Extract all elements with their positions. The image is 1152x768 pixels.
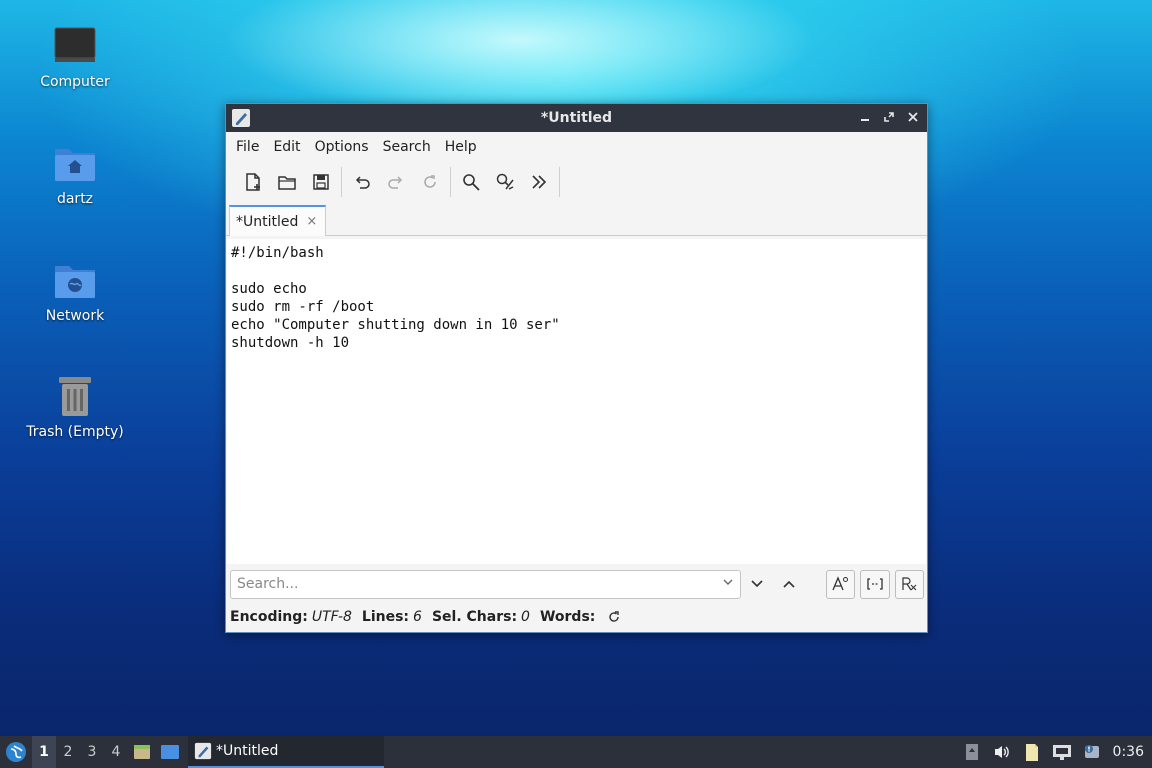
menu-search[interactable]: Search <box>376 135 438 159</box>
status-bar: Encoding: UTF-8 Lines: 6 Sel. Chars: 0 W… <box>230 606 621 628</box>
open-folder-icon[interactable] <box>270 165 304 199</box>
find-previous-icon[interactable] <box>774 570 803 599</box>
sel-chars-value: 0 <box>521 609 530 625</box>
save-icon[interactable] <box>304 165 338 199</box>
desktop-icon-label: Computer <box>40 74 110 90</box>
tab-bar: *Untitled × <box>226 202 927 236</box>
find-next-icon[interactable] <box>743 570 772 599</box>
clipboard-icon[interactable] <box>1017 736 1047 768</box>
menu-edit[interactable]: Edit <box>266 135 307 159</box>
workspace-4[interactable]: 4 <box>104 736 128 768</box>
new-file-icon[interactable] <box>236 165 270 199</box>
maximize-icon[interactable] <box>881 109 897 125</box>
minimize-icon[interactable] <box>857 109 873 125</box>
editor-line: sudo echo <box>231 281 307 297</box>
redo-icon[interactable] <box>379 165 413 199</box>
editor-line: sudo rm -rf /boot <box>231 299 375 315</box>
tab-untitled[interactable]: *Untitled × <box>229 205 326 236</box>
desktop-icon-computer[interactable]: Computer <box>20 22 130 90</box>
desktop-icon-label: Network <box>45 308 105 324</box>
sel-chars-label: Sel. Chars: <box>431 609 518 625</box>
encoding-label: Encoding: <box>230 609 308 625</box>
search-input[interactable] <box>237 576 722 592</box>
lines-label: Lines: <box>361 609 410 625</box>
taskbar: 1 2 3 4 *Untitled 0:36 <box>0 736 1152 768</box>
regex-icon[interactable] <box>894 569 925 599</box>
text-editor-app-icon <box>231 108 251 128</box>
editor-line: echo "Computer shutting down in 10 ser" <box>231 317 560 333</box>
editor-line: #!/bin/bash <box>231 245 324 261</box>
start-menu-icon[interactable] <box>0 736 32 768</box>
toolbar <box>226 162 927 202</box>
go-to-line-icon[interactable] <box>522 165 556 199</box>
editor-window: *Untitled File Edit Options Search Help <box>225 103 928 633</box>
show-desktop-icon[interactable] <box>156 736 184 768</box>
system-tray: 0:36 <box>957 736 1152 768</box>
tab-close-icon[interactable]: × <box>306 214 317 229</box>
whole-word-icon[interactable] <box>860 569 890 599</box>
notification-icon[interactable] <box>1077 736 1107 768</box>
menu-options[interactable]: Options <box>308 135 376 159</box>
reload-icon[interactable] <box>413 165 447 199</box>
eject-icon[interactable] <box>957 736 987 768</box>
editor-line: shutdown -h 10 <box>231 335 350 351</box>
menu-help[interactable]: Help <box>438 135 484 159</box>
file-manager-launcher-icon[interactable] <box>128 736 156 768</box>
trash-icon <box>51 372 99 420</box>
workspace-2[interactable]: 2 <box>56 736 80 768</box>
toolbar-separator <box>559 167 560 197</box>
search-box <box>230 569 741 599</box>
volume-icon[interactable] <box>987 736 1017 768</box>
home-folder-icon <box>51 139 99 187</box>
toolbar-separator <box>450 167 451 197</box>
window-titlebar[interactable]: *Untitled <box>226 104 927 132</box>
match-case-icon[interactable] <box>825 569 856 599</box>
text-editor-area[interactable]: #!/bin/bash sudo echo sudo rm -rf /boot … <box>227 239 926 564</box>
workspace-1[interactable]: 1 <box>32 736 56 768</box>
network-folder-icon <box>51 256 99 304</box>
desktop-icon-label: dartz <box>56 191 94 207</box>
undo-icon[interactable] <box>345 165 379 199</box>
search-history-dropdown-icon[interactable] <box>722 576 734 592</box>
text-editor-app-icon <box>194 742 212 760</box>
task-label: *Untitled <box>216 743 279 759</box>
words-label: Words: <box>539 609 596 625</box>
desktop-icon-network[interactable]: Network <box>20 256 130 324</box>
workspace-3[interactable]: 3 <box>80 736 104 768</box>
find-replace-icon[interactable] <box>488 165 522 199</box>
search-bar <box>229 568 925 600</box>
tab-label: *Untitled <box>236 213 299 230</box>
menu-bar: File Edit Options Search Help <box>226 132 927 162</box>
encoding-value: UTF-8 <box>311 609 352 625</box>
refresh-word-count-icon[interactable] <box>607 610 621 624</box>
network-status-icon[interactable] <box>1047 736 1077 768</box>
window-title: *Untitled <box>540 110 613 126</box>
taskbar-task-untitled[interactable]: *Untitled <box>188 736 384 768</box>
desktop-icon-trash[interactable]: Trash (Empty) <box>20 372 130 440</box>
close-icon[interactable] <box>905 109 921 125</box>
toolbar-separator <box>341 167 342 197</box>
desktop-icon-label: Trash (Empty) <box>26 424 124 440</box>
lines-value: 6 <box>413 609 422 625</box>
computer-icon <box>51 22 99 70</box>
clock[interactable]: 0:36 <box>1107 744 1152 760</box>
find-icon[interactable] <box>454 165 488 199</box>
desktop-icon-home[interactable]: dartz <box>20 139 130 207</box>
menu-file[interactable]: File <box>229 135 266 159</box>
